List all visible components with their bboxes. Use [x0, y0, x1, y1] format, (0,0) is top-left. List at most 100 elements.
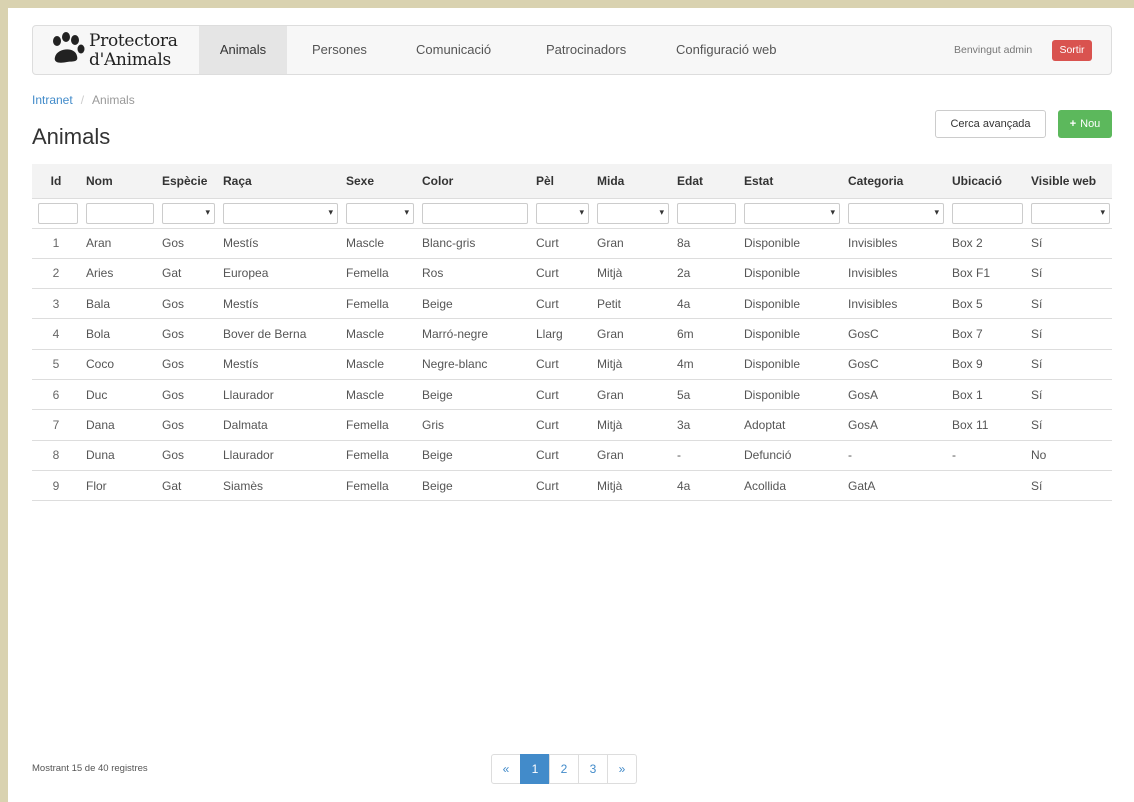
filter-sexe-select[interactable]: [346, 202, 414, 224]
cell-nom: Aran: [80, 228, 156, 259]
cell-categoria: GatA: [842, 470, 946, 502]
column-header-color[interactable]: Color: [416, 164, 530, 199]
cell-color: Beige: [416, 288, 530, 320]
filter-especie-select[interactable]: [162, 202, 215, 224]
column-header-visible-web[interactable]: Visible web: [1025, 164, 1112, 199]
filter-raca-select[interactable]: [223, 202, 338, 224]
filter-row: [32, 198, 1112, 229]
cell-estat: Defunció: [738, 440, 842, 471]
cell-especie: Gos: [156, 288, 217, 320]
cell-categoria: -: [842, 440, 946, 471]
filter-edat-input[interactable]: [677, 202, 736, 224]
cell-id: 4: [32, 318, 80, 350]
cell-categoria: GosA: [842, 379, 946, 411]
pagination-page-2[interactable]: 2: [549, 754, 579, 784]
cell-raca: Dalmata: [217, 409, 340, 441]
cell-ubicacio: Box 7: [946, 318, 1025, 350]
cell-mida: Mitjà: [591, 258, 671, 290]
cell-estat: Disponible: [738, 228, 842, 259]
filter-visible-web-select[interactable]: [1031, 202, 1110, 224]
cell-mida: Gran: [591, 379, 671, 411]
cell-color: Ros: [416, 258, 530, 290]
cell-categoria: Invisibles: [842, 258, 946, 290]
column-header-ubicacio[interactable]: Ubicació: [946, 164, 1025, 199]
column-header-pel[interactable]: Pèl: [530, 164, 591, 199]
nav-item-animals[interactable]: Animals: [199, 26, 287, 74]
table-row[interactable]: 7 Dana Gos Dalmata Femella Gris Curt Mitjà 3a Ado…: [32, 409, 1112, 441]
cell-edat: -: [671, 440, 738, 471]
table-row[interactable]: 8 Duna Gos Llaurador Femella Beige Curt Gran - De…: [32, 440, 1112, 471]
cell-pel: Curt: [530, 379, 591, 411]
page: Protectora d'Animals Animals Persones Co…: [8, 8, 1134, 802]
navbar: Protectora d'Animals Animals Persones Co…: [32, 25, 1112, 75]
cell-color: Negre-blanc: [416, 349, 530, 380]
cell-edat: 6m: [671, 318, 738, 350]
cell-categoria: GosC: [842, 318, 946, 350]
cell-nom: Duc: [80, 379, 156, 411]
cell-ubicacio: Box 5: [946, 288, 1025, 320]
cell-sexe: Femella: [340, 440, 416, 471]
cell-mida: Mitjà: [591, 349, 671, 380]
table-row[interactable]: 9 Flor Gat Siamès Femella Beige Curt Mitjà 4a Aco…: [32, 470, 1112, 502]
column-header-estat[interactable]: Estat: [738, 164, 842, 199]
column-header-edat[interactable]: Edat: [671, 164, 738, 199]
cell-color: Beige: [416, 470, 530, 502]
pagination-prev[interactable]: «: [491, 754, 521, 784]
cell-sexe: Femella: [340, 409, 416, 441]
column-header-id[interactable]: Id: [32, 164, 80, 199]
table-row[interactable]: 5 Coco Gos Mestís Mascle Negre-blanc Curt Mitjà…: [32, 349, 1112, 380]
filter-id-input[interactable]: [38, 202, 78, 224]
cell-mida: Petit: [591, 288, 671, 320]
cell-id: 9: [32, 470, 80, 502]
pagination-page-3[interactable]: 3: [578, 754, 608, 784]
logout-button[interactable]: Sortir: [1052, 40, 1092, 61]
table-row[interactable]: 4 Bola Gos Bover de Berna Mascle Marró-negre L…: [32, 318, 1112, 350]
column-header-mida[interactable]: Mida: [591, 164, 671, 199]
nav-item-persones[interactable]: Persones: [312, 26, 367, 74]
column-header-sexe[interactable]: Sexe: [340, 164, 416, 199]
cell-categoria: Invisibles: [842, 228, 946, 259]
filter-pel-select[interactable]: [536, 202, 589, 224]
cell-visible-web: Sí: [1025, 228, 1112, 259]
new-button[interactable]: + Nou: [1058, 110, 1112, 138]
pagination-page-1[interactable]: 1: [520, 754, 550, 784]
column-header-nom[interactable]: Nom: [80, 164, 156, 199]
plus-icon: +: [1069, 118, 1077, 130]
cell-estat: Disponible: [738, 288, 842, 320]
column-header-categoria[interactable]: Categoria: [842, 164, 946, 199]
filter-estat-select[interactable]: [744, 202, 840, 224]
nav-item-comunicacio[interactable]: Comunicació: [416, 26, 491, 74]
cell-visible-web: Sí: [1025, 470, 1112, 502]
cell-raca: Llaurador: [217, 440, 340, 471]
nav-item-patrocinadors[interactable]: Patrocinadors: [546, 26, 626, 74]
cell-categoria: Invisibles: [842, 288, 946, 320]
cell-pel: Curt: [530, 440, 591, 471]
breadcrumb-intranet[interactable]: Intranet: [32, 93, 73, 107]
table-row[interactable]: 1 Aran Gos Mestís Mascle Blanc-gris Curt Gran 8a…: [32, 228, 1112, 259]
cell-mida: Mitjà: [591, 409, 671, 441]
cell-raca: Mestís: [217, 228, 340, 259]
cell-mida: Mitjà: [591, 470, 671, 502]
filter-mida-select[interactable]: [597, 202, 669, 224]
column-header-raca[interactable]: Raça: [217, 164, 340, 199]
filter-nom-input[interactable]: [86, 202, 154, 224]
cell-especie: Gos: [156, 379, 217, 411]
record-count: Mostrant 15 de 40 registres: [32, 763, 148, 774]
table-row[interactable]: 3 Bala Gos Mestís Femella Beige Curt Petit 4a Dis…: [32, 288, 1112, 320]
cell-edat: 4m: [671, 349, 738, 380]
filter-ubicacio-input[interactable]: [952, 202, 1023, 224]
table-row[interactable]: 2 Aries Gat Europea Femella Ros Curt Mitjà 2a Dis…: [32, 258, 1112, 290]
column-header-especie[interactable]: Espècie: [156, 164, 217, 199]
filter-categoria-select[interactable]: [848, 202, 944, 224]
cell-especie: Gos: [156, 440, 217, 471]
nav-item-configuracio-web[interactable]: Configuració web: [676, 26, 776, 74]
table-row[interactable]: 6 Duc Gos Llaurador Mascle Beige Curt Gran 5a Dis…: [32, 379, 1112, 411]
advanced-search-button[interactable]: Cerca avançada: [935, 110, 1046, 138]
brand-logo[interactable]: Protectora d'Animals: [47, 30, 187, 72]
paw-icon: [53, 32, 85, 63]
cell-mida: Gran: [591, 440, 671, 471]
cell-ubicacio: Box 9: [946, 349, 1025, 380]
pagination-next[interactable]: »: [607, 754, 637, 784]
cell-categoria: GosC: [842, 349, 946, 380]
filter-color-input[interactable]: [422, 202, 528, 224]
